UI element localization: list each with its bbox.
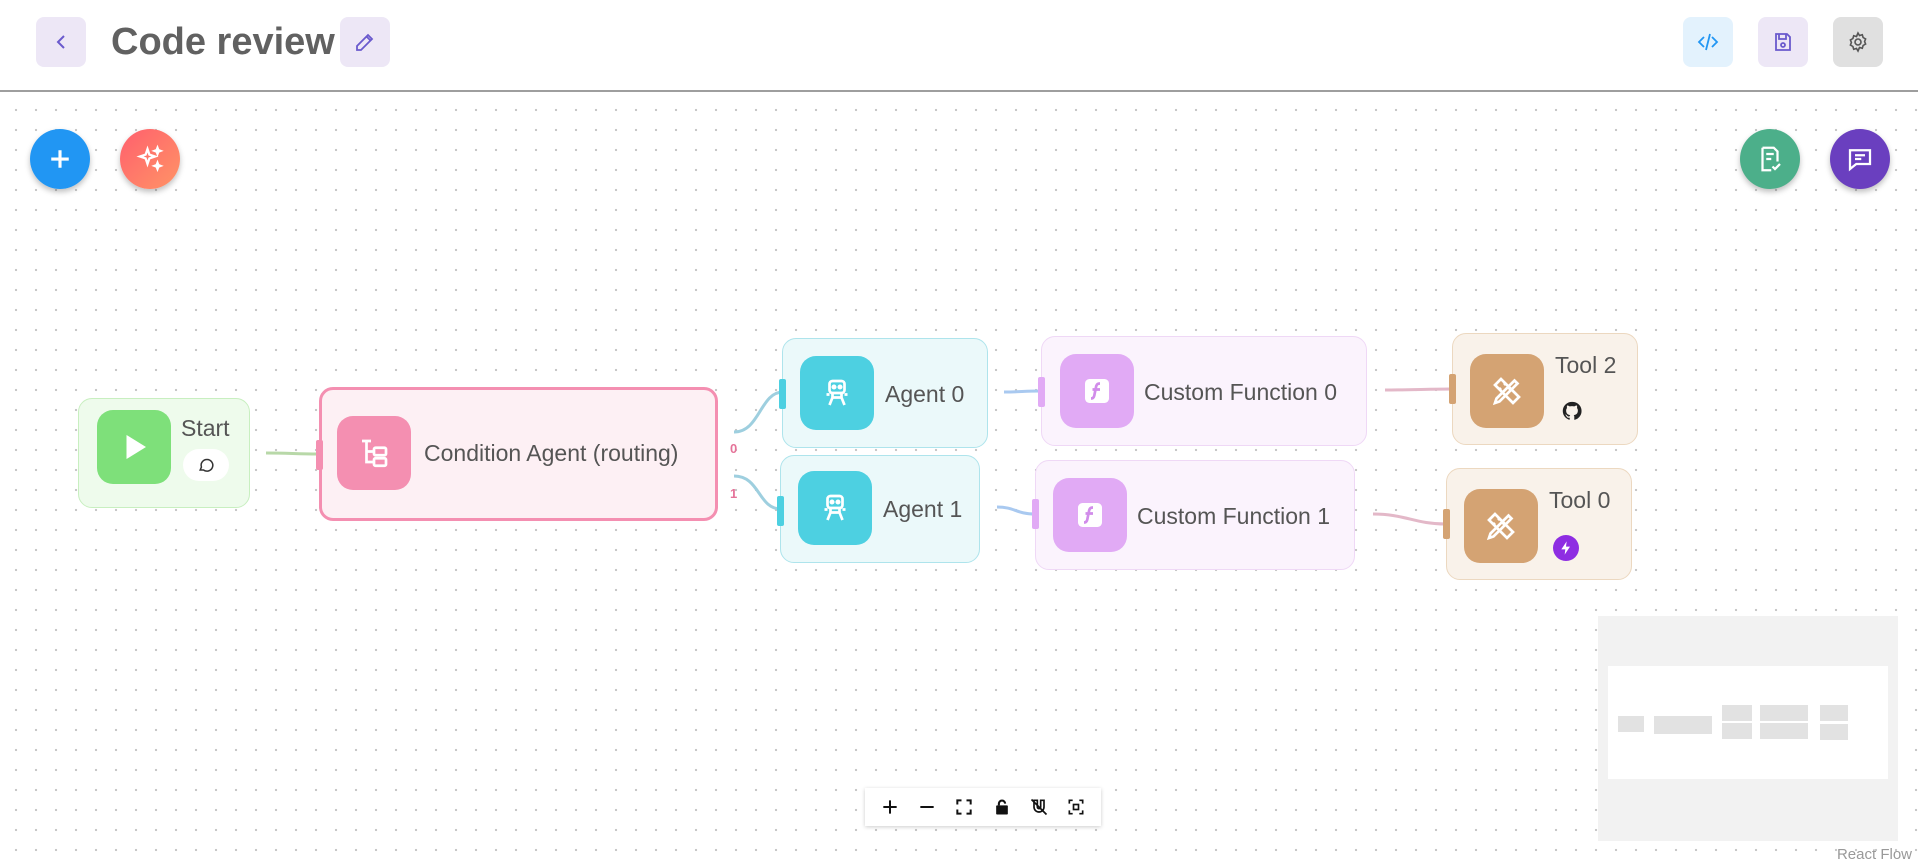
play-icon <box>126 435 146 459</box>
lightning-icon <box>1553 535 1579 561</box>
minus-icon <box>920 806 934 808</box>
flow-canvas[interactable]: Start Condition Agent (routing) 0 1 Agen… <box>0 94 1918 867</box>
lock-button[interactable] <box>986 791 1018 823</box>
edge-condition-agent1 <box>733 474 782 511</box>
lock-icon <box>995 799 1008 815</box>
chat-trigger-badge[interactable] <box>183 449 229 481</box>
tree-branch-icon <box>362 439 388 468</box>
play-icon-box <box>97 410 171 484</box>
magnet-off-icon <box>1030 798 1048 816</box>
chat-button[interactable] <box>1830 129 1890 189</box>
node-agent-1[interactable]: Agent 1 <box>777 455 980 563</box>
edge-agent0-func0 <box>1003 389 1042 394</box>
robot-icon <box>824 494 846 521</box>
pencil-ruler-icon <box>1486 512 1515 541</box>
validate-flow-button[interactable] <box>1740 129 1800 189</box>
node-start[interactable]: Start <box>78 398 250 508</box>
agent0-input-handle[interactable] <box>779 379 786 409</box>
gear-icon <box>1849 31 1867 53</box>
snap-magnet-button[interactable] <box>1023 791 1055 823</box>
clipboard-check-icon <box>1761 146 1781 172</box>
code-icon <box>1697 33 1719 51</box>
condition-output-0-label: 0 <box>730 441 738 456</box>
func1-icon-box <box>1053 478 1127 552</box>
node-agent0-label: Agent 0 <box>885 381 965 407</box>
node-condition-label: Condition Agent (routing) <box>424 440 679 466</box>
node-func0-label: Custom Function 0 <box>1144 379 1338 405</box>
edge-start-condition <box>265 451 320 456</box>
fit-view-button[interactable] <box>948 791 980 823</box>
edit-title-button[interactable] <box>340 17 390 67</box>
node-start-label: Start <box>181 415 230 441</box>
minimap-node-agent1 <box>1722 723 1752 739</box>
pencil-icon <box>356 33 374 51</box>
tool2-input-handle[interactable] <box>1449 374 1456 404</box>
agent0-icon-box <box>800 356 874 430</box>
focus-button[interactable] <box>1060 791 1092 823</box>
node-tool2-label: Tool 2 <box>1555 352 1617 378</box>
focus-icon <box>1068 799 1084 815</box>
agent1-input-handle[interactable] <box>777 496 784 526</box>
minimap-node-tool2 <box>1820 705 1848 721</box>
flow-controls <box>865 788 1101 826</box>
tool2-icon-box <box>1470 354 1544 428</box>
node-agent-0[interactable]: Agent 0 <box>779 338 988 448</box>
save-icon <box>1775 33 1791 51</box>
node-agent1-label: Agent 1 <box>883 496 963 522</box>
tool0-input-handle[interactable] <box>1443 509 1450 539</box>
page-title: Code review <box>111 21 335 63</box>
top-header: Code review <box>0 0 1918 92</box>
add-node-button[interactable] <box>30 129 90 189</box>
function-icon <box>1085 379 1109 403</box>
edge-condition-agent0 <box>733 390 784 434</box>
zoom-out-button[interactable] <box>911 791 943 823</box>
node-tool0-label: Tool 0 <box>1549 487 1611 513</box>
pencil-ruler-icon <box>1492 377 1521 406</box>
message-icon <box>1848 149 1872 172</box>
robot-icon <box>826 379 848 406</box>
node-condition-agent[interactable]: Condition Agent (routing) <box>316 387 718 521</box>
chat-bubble-icon <box>199 458 214 472</box>
minimap-node-agent0 <box>1722 705 1752 721</box>
zoom-in-button[interactable] <box>874 791 906 823</box>
condition-input-handle[interactable] <box>316 440 323 470</box>
node-func1-label: Custom Function 1 <box>1137 503 1331 529</box>
func0-icon-box <box>1060 354 1134 428</box>
back-button[interactable] <box>36 17 86 67</box>
condition-output-1-label: 1 <box>730 486 738 501</box>
minimap[interactable] <box>1598 616 1898 841</box>
minimap-node-tool0 <box>1820 724 1848 740</box>
func0-input-handle[interactable] <box>1038 377 1045 407</box>
tool0-icon-box <box>1464 489 1538 563</box>
node-custom-function-1[interactable]: Custom Function 1 <box>1032 460 1355 570</box>
view-code-button[interactable] <box>1683 17 1733 67</box>
node-tool-0[interactable]: Tool 0 <box>1443 468 1632 580</box>
chevron-left-icon <box>56 35 65 49</box>
fullscreen-icon <box>956 799 972 815</box>
generate-ai-button[interactable] <box>120 129 180 189</box>
function-icon <box>1078 503 1102 527</box>
save-button[interactable] <box>1758 17 1808 67</box>
condition-icon-box <box>337 416 411 490</box>
sparkles-icon <box>136 144 164 173</box>
plus-icon <box>882 800 897 814</box>
minimap-node-start <box>1618 716 1644 732</box>
edge-agent1-func1 <box>996 505 1036 516</box>
github-icon <box>1562 401 1582 420</box>
node-custom-function-0[interactable]: Custom Function 0 <box>1038 336 1367 446</box>
minimap-node-condition <box>1654 716 1712 734</box>
agent1-icon-box <box>798 471 872 545</box>
react-flow-attribution[interactable]: React Flow <box>1837 846 1912 863</box>
minimap-node-func1 <box>1760 723 1808 739</box>
edge-func0-tool2 <box>1384 387 1453 392</box>
func1-input-handle[interactable] <box>1032 499 1039 529</box>
settings-button[interactable] <box>1833 17 1883 67</box>
edge-func1-tool0 <box>1372 512 1447 526</box>
plus-icon <box>51 150 69 168</box>
node-tool-2[interactable]: Tool 2 <box>1449 333 1638 445</box>
minimap-node-func0 <box>1760 705 1808 721</box>
